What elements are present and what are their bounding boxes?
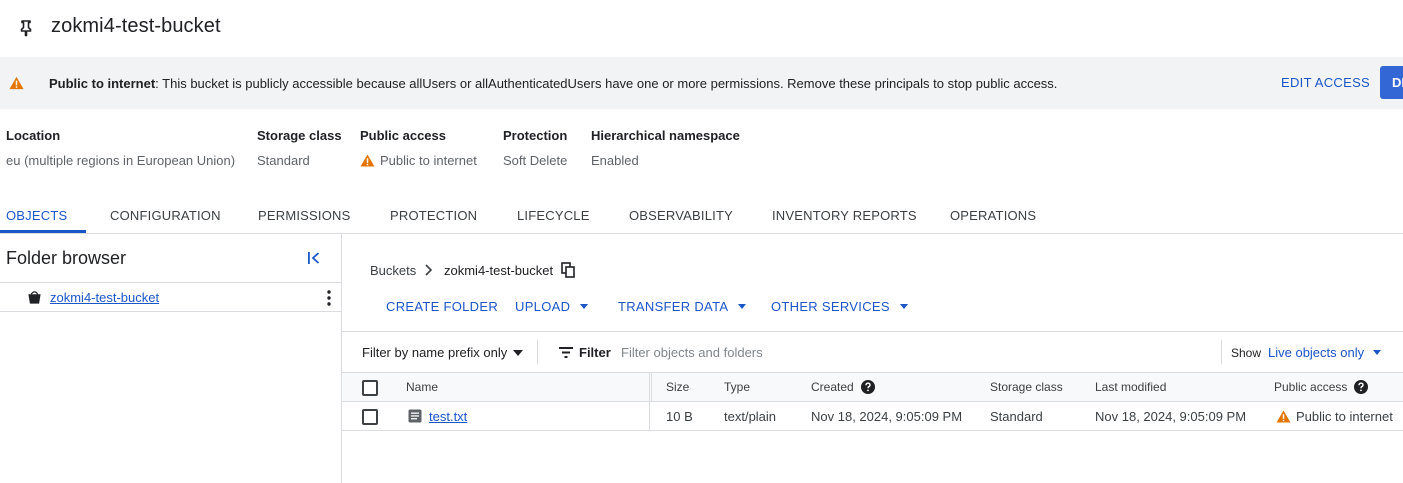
breadcrumb-current: zokmi4-test-bucket xyxy=(444,263,554,278)
column-header-created-label: Created xyxy=(811,380,854,394)
divider xyxy=(342,331,1403,332)
row-storage-class-cell: Standard xyxy=(990,409,1043,424)
row-created-cell: Nov 18, 2024, 9:05:09 PM xyxy=(811,409,963,424)
row-checkbox[interactable] xyxy=(362,409,378,425)
banner-primary-button[interactable]: DI xyxy=(1380,66,1403,99)
create-folder-button[interactable]: CREATE FOLDER xyxy=(386,299,498,314)
row-public-access-text: Public to internet xyxy=(1296,409,1393,424)
caret-down-icon xyxy=(580,304,589,309)
column-header-name[interactable]: Name xyxy=(406,380,438,394)
help-icon[interactable] xyxy=(1354,380,1369,394)
tab-configuration[interactable]: CONFIGURATION xyxy=(110,208,221,223)
file-name-link[interactable]: test.txt xyxy=(429,409,467,424)
transfer-data-button[interactable]: TRANSFER DATA xyxy=(618,299,747,314)
column-header-public-access-label: Public access xyxy=(1274,380,1348,394)
transfer-data-label: TRANSFER DATA xyxy=(618,299,729,314)
warning-icon xyxy=(360,154,375,167)
collapse-panel-icon[interactable] xyxy=(306,250,322,266)
upload-label: UPLOAD xyxy=(515,299,571,314)
divider xyxy=(0,282,341,283)
banner-message: Public to internet: This bucket is publi… xyxy=(49,76,1057,91)
public-access-banner: Public to internet: This bucket is publi… xyxy=(0,57,1403,109)
info-public-access-text: Public to internet xyxy=(380,153,477,168)
info-location: Location eu (multiple regions in Europea… xyxy=(6,128,235,168)
show-objects-select[interactable]: Live objects only xyxy=(1268,345,1382,360)
info-hns: Hierarchical namespace Enabled xyxy=(591,128,740,168)
info-location-label: Location xyxy=(6,128,61,143)
tab-objects[interactable]: OBJECTS xyxy=(6,208,67,223)
row-size-cell: 10 B xyxy=(666,409,693,424)
caret-down-icon xyxy=(738,304,747,309)
filter-prefix-label: Filter by name prefix only xyxy=(362,345,508,360)
tab-operations[interactable]: OPERATIONS xyxy=(950,208,1036,223)
other-services-label: OTHER SERVICES xyxy=(771,299,890,314)
filter-icon xyxy=(559,347,573,358)
column-divider xyxy=(651,372,652,402)
folder-tree-bucket-link[interactable]: zokmi4-test-bucket xyxy=(50,290,159,305)
row-type-cell: text/plain xyxy=(724,409,777,424)
column-header-storage-class[interactable]: Storage class xyxy=(990,380,1063,394)
info-protection: Protection Soft Delete xyxy=(503,128,567,168)
row-name-cell: test.txt xyxy=(429,409,467,424)
create-folder-label: CREATE FOLDER xyxy=(386,299,499,314)
filter-prefix-select[interactable]: Filter by name prefix only xyxy=(362,345,524,360)
filter-label: Filter xyxy=(579,345,611,360)
upload-button[interactable]: UPLOAD xyxy=(515,299,589,314)
copy-icon[interactable] xyxy=(561,262,575,278)
panel-divider xyxy=(341,234,342,483)
show-label: Show xyxy=(1231,346,1262,360)
caret-down-icon xyxy=(513,349,524,356)
info-public-access-value: Public to internet xyxy=(360,153,477,168)
tab-inventory-reports[interactable]: INVENTORY REPORTS xyxy=(772,208,917,223)
row-public-access-cell: Public to internet xyxy=(1276,409,1393,424)
tab-protection[interactable]: PROTECTION xyxy=(390,208,477,223)
info-hns-value: Enabled xyxy=(591,153,639,168)
pin-icon[interactable] xyxy=(18,19,34,37)
help-icon[interactable] xyxy=(860,380,875,394)
filter-input[interactable] xyxy=(621,342,1181,362)
column-header-last-modified[interactable]: Last modified xyxy=(1095,380,1166,394)
tab-lifecycle[interactable]: LIFECYCLE xyxy=(517,208,590,223)
bucket-icon xyxy=(28,291,41,304)
info-storage-class: Storage class Standard xyxy=(257,128,342,168)
row-last-modified-cell: Nov 18, 2024, 9:05:09 PM xyxy=(1095,409,1247,424)
edit-access-button[interactable]: EDIT ACCESS xyxy=(1281,75,1370,90)
divider xyxy=(1221,340,1222,364)
banner-bold-text: Public to internet xyxy=(49,76,156,91)
divider xyxy=(537,340,538,364)
tab-permissions[interactable]: PERMISSIONS xyxy=(258,208,351,223)
select-all-checkbox[interactable] xyxy=(362,380,378,396)
column-header-type[interactable]: Type xyxy=(724,380,750,394)
show-objects-value: Live objects only xyxy=(1268,345,1365,360)
info-hns-label: Hierarchical namespace xyxy=(591,128,740,143)
column-header-size[interactable]: Size xyxy=(666,380,689,394)
info-location-value: eu (multiple regions in European Union) xyxy=(6,153,236,168)
info-protection-value: Soft Delete xyxy=(503,153,568,168)
divider xyxy=(0,311,341,312)
chevron-right-icon xyxy=(425,264,433,276)
banner-body-text: : This bucket is publicly accessible bec… xyxy=(155,76,1058,91)
column-header-created[interactable]: Created xyxy=(811,380,875,394)
warning-icon xyxy=(9,76,24,90)
info-storage-class-value: Standard xyxy=(257,153,310,168)
warning-icon xyxy=(1276,410,1291,423)
text-file-icon xyxy=(408,409,422,423)
info-public-access-label: Public access xyxy=(360,128,446,143)
info-public-access: Public access Public to internet xyxy=(360,128,477,168)
folder-browser-title: Folder browser xyxy=(6,248,127,268)
page-title: zokmi4-test-bucket xyxy=(51,15,221,37)
other-services-button[interactable]: OTHER SERVICES xyxy=(771,299,908,314)
info-storage-class-label: Storage class xyxy=(257,128,342,143)
tabs-divider xyxy=(0,233,1403,234)
column-header-public-access[interactable]: Public access xyxy=(1274,380,1369,394)
breadcrumb-buckets-link[interactable]: Buckets xyxy=(370,263,416,278)
caret-down-icon xyxy=(899,304,908,309)
more-options-icon[interactable] xyxy=(322,289,336,307)
info-protection-label: Protection xyxy=(503,128,568,143)
tab-observability[interactable]: OBSERVABILITY xyxy=(629,208,733,223)
caret-down-icon xyxy=(1373,350,1382,355)
